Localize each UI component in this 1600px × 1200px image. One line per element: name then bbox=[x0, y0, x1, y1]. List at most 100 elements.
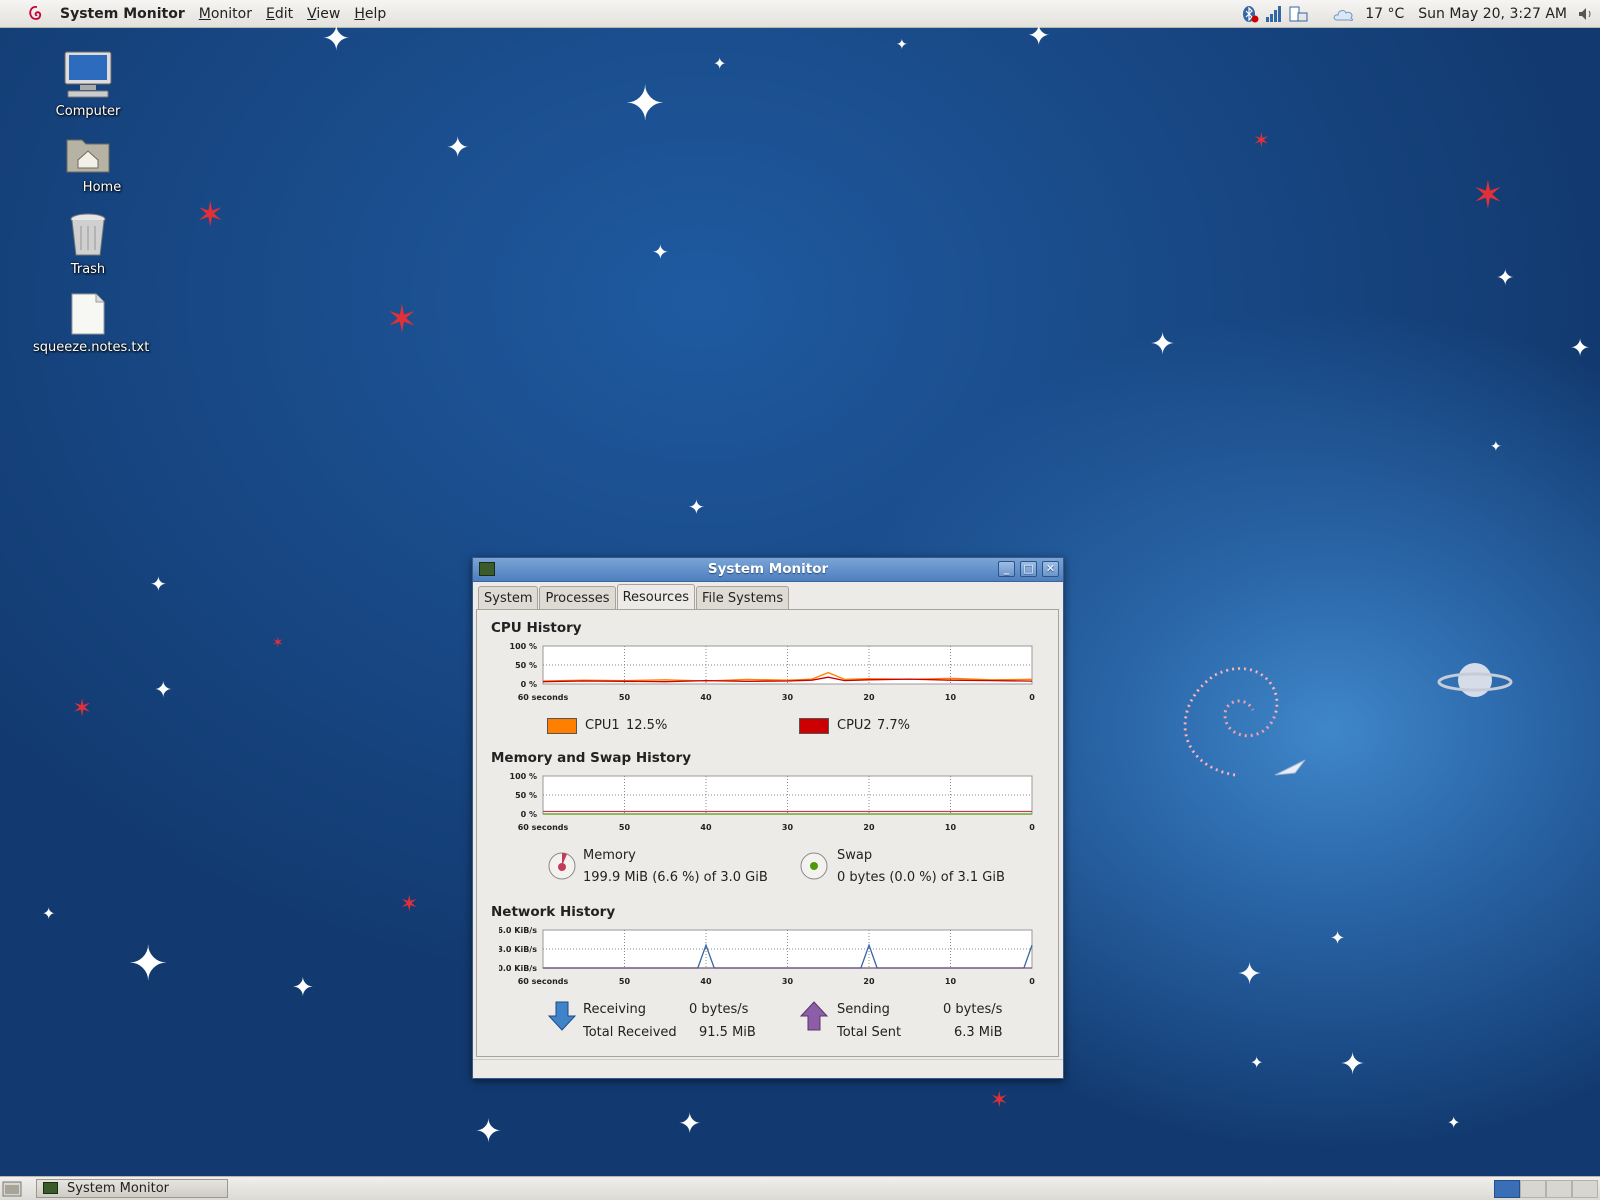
desktop-icon-trash[interactable]: Trash bbox=[33, 212, 143, 277]
sending-arrow-icon[interactable] bbox=[799, 1000, 829, 1032]
star: ✦ bbox=[1570, 334, 1591, 362]
taskbar-item-label: System Monitor bbox=[67, 1181, 170, 1196]
workspace-3[interactable] bbox=[1546, 1180, 1572, 1198]
system-monitor-window[interactable]: System Monitor _ □ ✕ System Processes Re… bbox=[472, 557, 1064, 1079]
swap-pie-icon[interactable] bbox=[799, 851, 829, 881]
workspace-1[interactable] bbox=[1494, 1180, 1520, 1198]
star: ✦ bbox=[322, 19, 351, 59]
star: ✦ bbox=[652, 240, 669, 264]
star: ✶ bbox=[990, 1088, 1009, 1113]
tab-processes[interactable]: Processes bbox=[539, 586, 616, 609]
receiving-arrow-icon[interactable] bbox=[547, 1000, 577, 1032]
star: ✦ bbox=[713, 54, 727, 73]
network-history-title: Network History bbox=[491, 904, 616, 920]
menu-help[interactable]: Help bbox=[354, 6, 386, 22]
debian-menu-icon[interactable] bbox=[26, 4, 46, 24]
close-button[interactable]: ✕ bbox=[1042, 561, 1059, 577]
x-tick-label: 0 bbox=[1029, 977, 1035, 986]
x-tick-label: 50 bbox=[619, 823, 631, 832]
menu-monitor[interactable]: Monitor bbox=[199, 6, 252, 22]
system-tray: 17 °C Sun May 20, 3:27 AM bbox=[1241, 0, 1600, 28]
star: ✶ bbox=[386, 297, 418, 341]
desktop-icon-squeeze-notes[interactable]: squeeze.notes.txt bbox=[33, 292, 149, 355]
active-app-title[interactable]: System Monitor bbox=[60, 6, 185, 22]
star: ✦ bbox=[1330, 928, 1346, 949]
tab-resources[interactable]: Resources bbox=[616, 584, 695, 610]
memory-history-title: Memory and Swap History bbox=[491, 750, 691, 766]
sending-value: 0 bytes/s bbox=[943, 1002, 1003, 1017]
volume-icon[interactable] bbox=[1577, 5, 1595, 23]
y-tick-label: 0 % bbox=[521, 810, 537, 819]
cpu1-color-swatch[interactable] bbox=[547, 718, 577, 734]
y-tick-label: 50 % bbox=[515, 661, 537, 670]
system-monitor-app-icon[interactable] bbox=[479, 562, 495, 576]
desktop-icon-computer[interactable]: Computer bbox=[33, 50, 143, 119]
window-statusbar bbox=[473, 1059, 1063, 1078]
star: ✶ bbox=[400, 892, 419, 917]
total-sent-value: 6.3 MiB bbox=[954, 1025, 1003, 1040]
memory-label: Memory bbox=[583, 848, 636, 863]
cpu2-color-swatch[interactable] bbox=[799, 718, 829, 734]
menu-edit[interactable]: Edit bbox=[266, 6, 293, 22]
show-desktop-icon[interactable] bbox=[2, 1180, 22, 1198]
x-tick-label: 10 bbox=[945, 977, 957, 986]
star: ✦ bbox=[42, 904, 56, 923]
weather-cloud-icon[interactable] bbox=[1332, 5, 1356, 23]
star: ✶ bbox=[272, 635, 284, 651]
minimize-button[interactable]: _ bbox=[998, 561, 1015, 577]
star: ✦ bbox=[625, 76, 666, 132]
workspace-2[interactable] bbox=[1520, 1180, 1546, 1198]
workspace-4[interactable] bbox=[1572, 1180, 1598, 1198]
desktop-icon-home[interactable]: Home bbox=[33, 132, 143, 195]
resources-panel: CPU History 100 % 50 % 0 % 60 seconds 50 40 30… bbox=[476, 609, 1059, 1057]
bluetooth-icon[interactable] bbox=[1241, 5, 1259, 23]
maximize-button[interactable]: □ bbox=[1020, 561, 1037, 577]
taskbar-item-system-monitor[interactable]: System Monitor bbox=[36, 1179, 228, 1198]
memory-value: 199.9 MiB (6.6 %) of 3.0 GiB bbox=[583, 870, 768, 885]
cpu2-label: CPU2 bbox=[837, 718, 872, 733]
total-received-value: 91.5 MiB bbox=[699, 1025, 756, 1040]
receiving-value: 0 bytes/s bbox=[689, 1002, 749, 1017]
cpu1-label: CPU1 bbox=[585, 718, 620, 733]
window-title: System Monitor bbox=[707, 561, 829, 577]
top-panel: System Monitor Monitor Edit View Help 17… bbox=[0, 0, 1600, 28]
x-tick-label: 60 seconds bbox=[518, 823, 569, 832]
desktop-icon-label: Home bbox=[82, 180, 122, 195]
star: ✦ bbox=[292, 973, 314, 1003]
tab-bar: System Processes Resources File Systems bbox=[478, 584, 790, 610]
total-received-label: Total Received bbox=[583, 1025, 677, 1040]
x-tick-label: 10 bbox=[945, 823, 957, 832]
x-tick-label: 50 bbox=[619, 693, 631, 702]
y-tick-label: 6.0 KiB/s bbox=[499, 926, 537, 935]
sending-label: Sending bbox=[837, 1002, 890, 1017]
tab-file-systems[interactable]: File Systems bbox=[695, 586, 790, 609]
x-tick-label: 20 bbox=[863, 693, 875, 702]
star: ✦ bbox=[1496, 266, 1515, 291]
battery-icon[interactable] bbox=[1287, 5, 1309, 23]
desktop-icon-label: Trash bbox=[70, 262, 106, 277]
network-signal-icon[interactable] bbox=[1264, 5, 1282, 23]
x-tick-label: 10 bbox=[945, 693, 957, 702]
star: ✦ bbox=[1250, 1053, 1264, 1072]
x-tick-label: 40 bbox=[700, 977, 712, 986]
clock[interactable]: Sun May 20, 3:27 AM bbox=[1418, 6, 1567, 22]
star: ✶ bbox=[1472, 173, 1504, 217]
x-tick-label: 50 bbox=[619, 977, 631, 986]
y-tick-label: 3.0 KiB/s bbox=[499, 945, 537, 954]
memory-pie-icon[interactable] bbox=[547, 851, 577, 881]
window-titlebar[interactable]: System Monitor _ □ ✕ bbox=[473, 558, 1063, 582]
tab-system[interactable]: System bbox=[478, 586, 539, 609]
x-tick-label: 60 seconds bbox=[518, 693, 569, 702]
star: ✶ bbox=[72, 694, 93, 722]
star: ✦ bbox=[150, 572, 167, 596]
x-tick-label: 30 bbox=[782, 977, 794, 986]
memory-history-graph: 100 % 50 % 0 % 60 seconds 50 40 30 20 10 0 bbox=[510, 772, 1036, 832]
network-history-graph: 6.0 KiB/s 3.0 KiB/s 0.0 KiB/s 60 seconds 50 4… bbox=[499, 926, 1035, 986]
total-sent-label: Total Sent bbox=[837, 1025, 902, 1040]
swap-label: Swap bbox=[837, 848, 873, 863]
star: ✦ bbox=[475, 1112, 502, 1150]
star: ✦ bbox=[1340, 1047, 1366, 1082]
x-tick-label: 30 bbox=[782, 693, 794, 702]
temperature-readout[interactable]: 17 °C bbox=[1365, 6, 1404, 22]
x-tick-label: 0 bbox=[1029, 693, 1035, 702]
